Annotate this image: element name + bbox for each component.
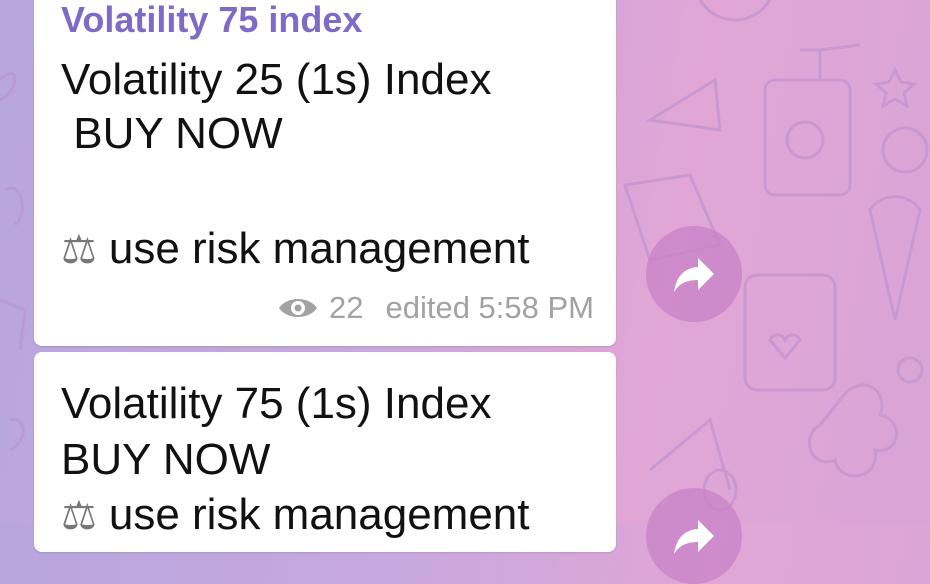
- message-line-title: Volatility 25 (1s) Index: [61, 55, 492, 104]
- share-button[interactable]: [646, 488, 742, 584]
- message-line-risk: ⚖ use risk management: [61, 488, 530, 543]
- message-line-action: BUY NOW: [61, 109, 283, 158]
- share-arrow-icon: [674, 520, 714, 554]
- view-count: 22: [328, 290, 364, 325]
- balance-scale-icon: ⚖: [61, 493, 97, 539]
- message-line-title: Volatility 75 (1s) Index: [61, 379, 492, 428]
- share-button[interactable]: [646, 226, 742, 322]
- message-bubble[interactable]: Volatility 75 index Volatility 25 (1s) I…: [34, 0, 616, 346]
- balance-scale-icon: ⚖: [61, 227, 97, 273]
- eye-icon: [278, 299, 317, 317]
- risk-text: use risk management: [108, 224, 530, 273]
- message-meta: 22 edited 5:58 PM: [277, 288, 594, 328]
- message-line-risk: ⚖ use risk management: [61, 222, 530, 277]
- share-arrow-icon: [674, 258, 714, 292]
- edited-timestamp: edited 5:58 PM: [385, 290, 594, 325]
- risk-text: use risk management: [108, 490, 530, 539]
- message-line-action: BUY NOW: [61, 435, 271, 484]
- sender-name[interactable]: Volatility 75 index: [61, 0, 362, 42]
- message-bubble[interactable]: Volatility 75 (1s) Index BUY NOW ⚖ use ri…: [34, 352, 616, 552]
